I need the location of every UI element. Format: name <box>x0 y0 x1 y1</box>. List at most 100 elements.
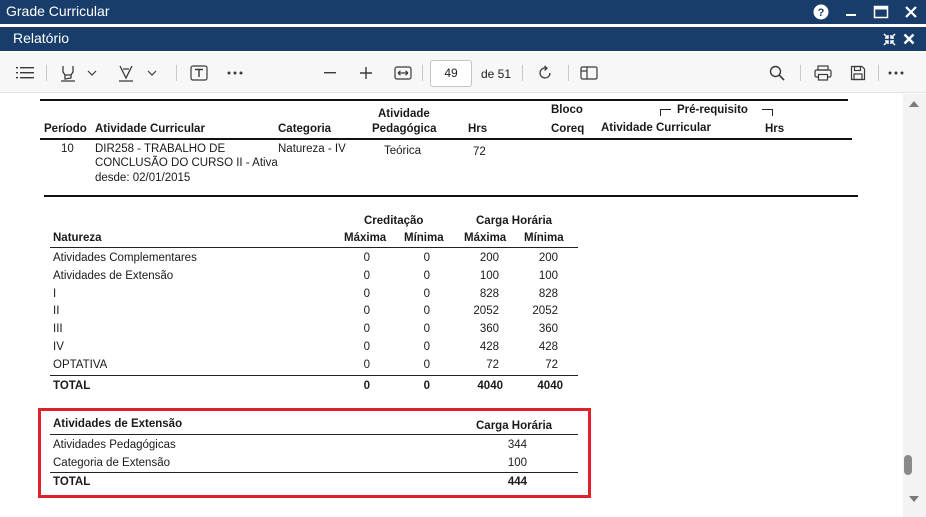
pdf-toolbar: 49 de 51 <box>0 53 926 93</box>
carga-maxima-cell: 828 <box>479 288 499 300</box>
creditacao-minima-cell: 0 <box>423 252 430 264</box>
more-menu-icon[interactable] <box>885 61 907 85</box>
chevron-down-icon[interactable] <box>86 61 98 85</box>
col-pre-requisito: Pré-requisito <box>677 104 748 116</box>
natureza-cell: OPTATIVA <box>53 359 108 371</box>
toolbar-separator <box>568 65 569 81</box>
group-carga-horaria: Carga Horária <box>476 215 553 227</box>
col-categoria: Categoria <box>278 123 332 135</box>
contents-icon[interactable] <box>14 61 36 85</box>
close-icon[interactable] <box>896 0 926 24</box>
natureza-header-rule <box>50 247 578 248</box>
creditacao-minima-cell: 0 <box>423 288 430 300</box>
toolbar-separator <box>422 65 423 81</box>
prereq-bracket-left-top <box>660 109 671 110</box>
carga-maxima-cell: 360 <box>479 323 499 335</box>
header-rule <box>40 138 852 140</box>
draw-icon[interactable] <box>116 61 136 85</box>
natureza-cell: IV <box>53 341 64 353</box>
col-atividade-pedagogica-line2: Pedagógica <box>372 123 437 135</box>
carga-minima-cell: 360 <box>538 323 558 335</box>
carga-minima-cell: 200 <box>538 252 558 264</box>
scroll-down-icon[interactable] <box>908 494 920 504</box>
col-prereq-hrs: Hrs <box>765 123 785 135</box>
natureza-total-hmax: 4040 <box>477 380 503 392</box>
toolbar-separator <box>176 65 177 81</box>
row-atividade-pedagogica: Teórica <box>384 145 422 157</box>
text-icon[interactable] <box>188 61 210 85</box>
scrollbar-thumb[interactable] <box>904 455 912 475</box>
carga-maxima-cell: 100 <box>479 270 499 282</box>
extensao-total-value: 444 <box>507 476 527 488</box>
col-carga-minima: Mínima <box>524 232 564 244</box>
extensao-row-1-label: Atividades Pedagógicas <box>53 439 176 451</box>
col-creditacao-maxima: Máxima <box>344 232 387 244</box>
toolbar-separator <box>522 65 523 81</box>
rotate-icon[interactable] <box>534 61 556 85</box>
creditacao-minima-cell: 0 <box>423 305 430 317</box>
panel-title: Relatório <box>13 30 70 46</box>
creditacao-maxima-cell: 0 <box>363 288 370 300</box>
col-extensao-carga-horaria: Carga Horária <box>476 420 553 432</box>
creditacao-minima-cell: 0 <box>423 359 430 371</box>
vertical-scrollbar[interactable] <box>903 94 926 517</box>
prereq-bracket-left <box>660 109 661 116</box>
extensao-total-label: TOTAL <box>53 476 91 488</box>
creditacao-maxima-cell: 0 <box>363 270 370 282</box>
natureza-total-rule <box>50 375 578 376</box>
maximize-icon[interactable] <box>866 0 896 24</box>
carga-maxima-cell: 428 <box>479 341 499 353</box>
print-icon[interactable] <box>812 61 834 85</box>
carga-minima-cell: 2052 <box>532 305 558 317</box>
natureza-cell: I <box>53 288 57 300</box>
carga-maxima-cell: 200 <box>479 252 499 264</box>
section-rule <box>44 195 858 197</box>
creditacao-maxima-cell: 0 <box>363 305 370 317</box>
scroll-up-icon[interactable] <box>908 99 920 109</box>
toolbar-separator <box>878 65 879 81</box>
natureza-total-label: TOTAL <box>53 380 91 392</box>
minimize-icon[interactable] <box>836 0 866 24</box>
natureza-total-cmin: 0 <box>423 380 430 392</box>
search-icon[interactable] <box>766 61 788 85</box>
col-atividade-pedagogica-line1: Atividade <box>378 108 430 120</box>
extensao-total-rule <box>50 472 578 473</box>
creditacao-maxima-cell: 0 <box>363 323 370 335</box>
extensao-row-2-label: Categoria de Extensão <box>53 457 170 469</box>
page-count: de 51 <box>481 67 512 81</box>
col-natureza: Natureza <box>53 232 102 244</box>
col-prereq-atividade: Atividade Curricular <box>601 122 711 134</box>
creditacao-maxima-cell: 0 <box>363 341 370 353</box>
natureza-cell: II <box>53 305 60 317</box>
col-bloco: Bloco <box>551 104 583 116</box>
collapse-icon[interactable] <box>880 27 898 51</box>
row-categoria: Natureza - IV <box>278 143 346 155</box>
zoom-out-icon[interactable] <box>320 61 340 85</box>
row-atividade-line2: CONCLUSÃO DO CURSO II - Ativa <box>95 157 278 169</box>
creditacao-minima-cell: 0 <box>423 323 430 335</box>
col-atividade-curricular: Atividade Curricular <box>95 123 205 135</box>
zoom-in-icon[interactable] <box>356 61 376 85</box>
chevron-down-icon[interactable] <box>146 61 158 85</box>
carga-minima-cell: 100 <box>538 270 558 282</box>
more-options-icon[interactable] <box>224 61 246 85</box>
carga-maxima-cell: 2052 <box>473 305 499 317</box>
close-panel-icon[interactable] <box>900 27 918 51</box>
help-icon[interactable]: ? <box>806 0 836 24</box>
natureza-cell: Atividades de Extensão <box>53 270 174 282</box>
toolbar-separator <box>46 65 47 81</box>
extensao-header-rule <box>50 434 578 435</box>
highlight-icon[interactable] <box>58 61 78 85</box>
col-periodo: Período <box>44 123 87 135</box>
fit-width-icon[interactable] <box>392 61 414 85</box>
creditacao-maxima-cell: 0 <box>363 359 370 371</box>
page-view-icon[interactable] <box>578 61 600 85</box>
window-title: Grade Curricular <box>6 3 110 19</box>
col-atividades-extensao: Atividades de Extensão <box>53 418 183 430</box>
page-number-input[interactable]: 49 <box>430 60 472 87</box>
col-carga-maxima: Máxima <box>464 232 507 244</box>
save-icon[interactable] <box>847 61 869 85</box>
creditacao-minima-cell: 0 <box>423 270 430 282</box>
col-creditacao-minima: Mínima <box>404 232 444 244</box>
carga-minima-cell: 428 <box>538 341 558 353</box>
